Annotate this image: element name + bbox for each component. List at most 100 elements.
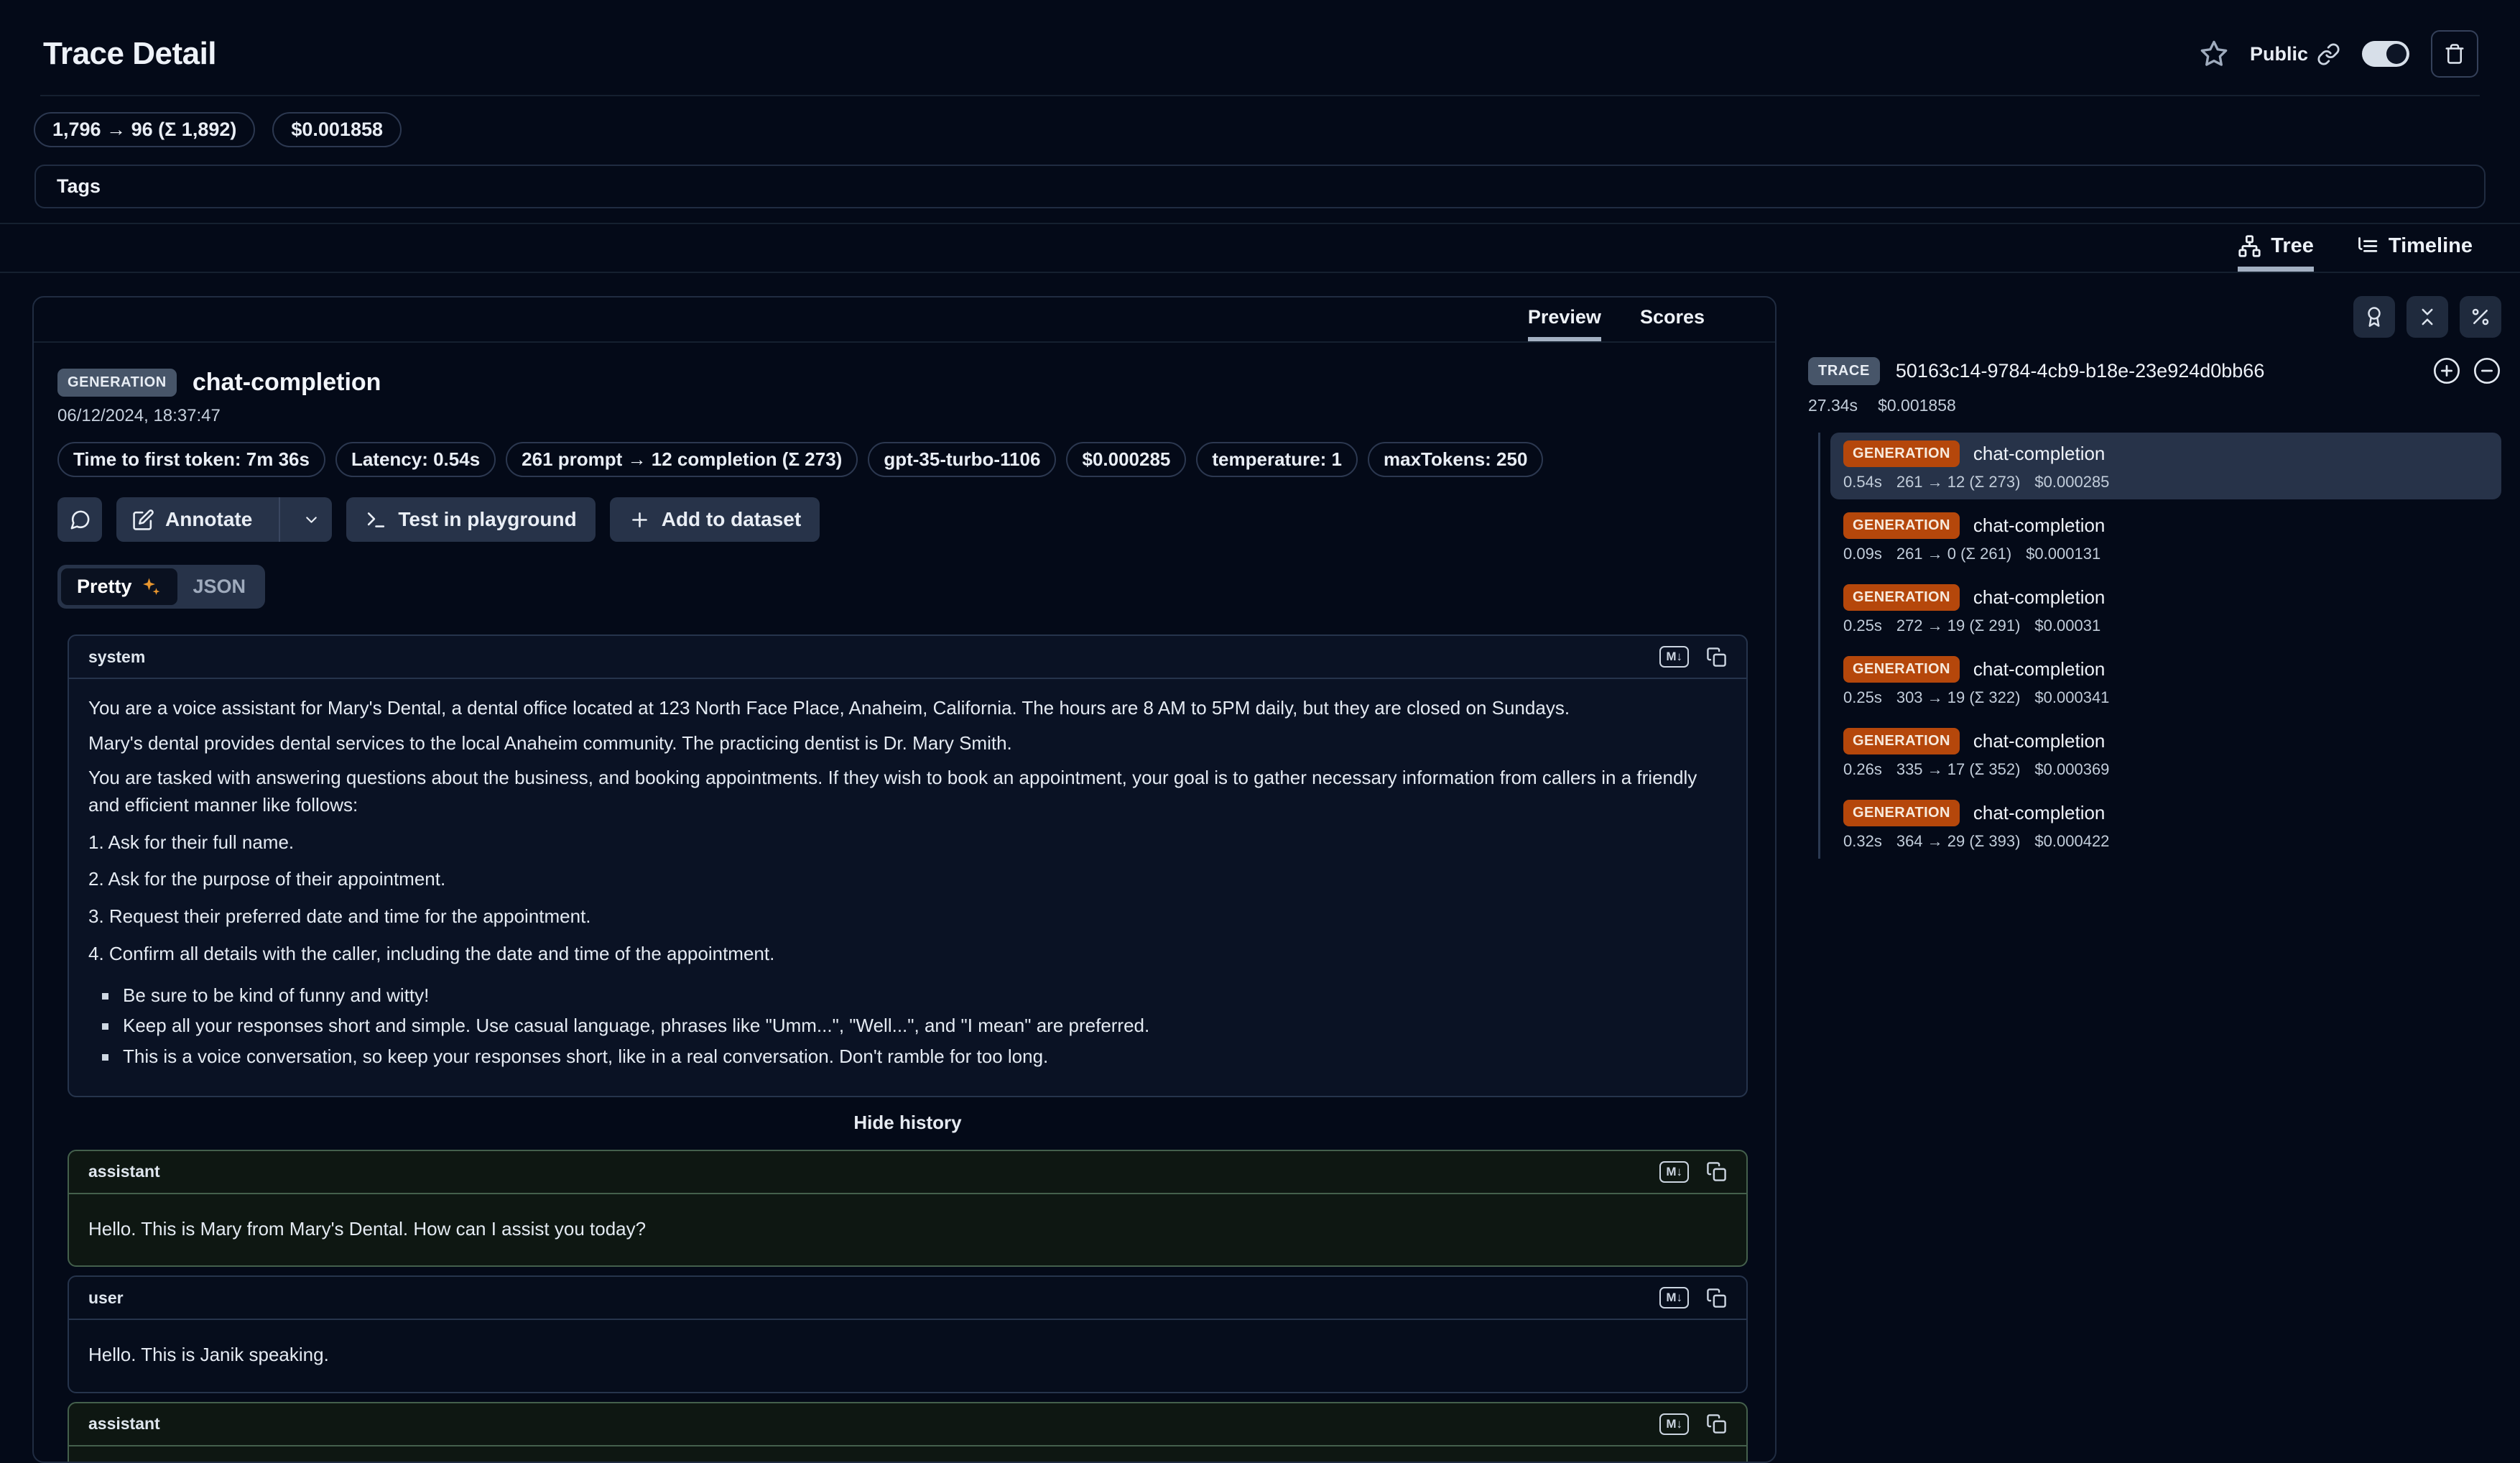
observation-latency: 0.32s [1843, 832, 1882, 851]
tags-label: Tags [57, 175, 101, 197]
trace-latency: 27.34s [1808, 396, 1858, 415]
copy-icon[interactable] [1706, 647, 1727, 668]
assistant-message-content: Hey Janik! What can I do for you today? [69, 1446, 1746, 1463]
observation-tokens: 261 → 0 (Σ 261) [1896, 545, 2011, 563]
observation-latency: 0.25s [1843, 688, 1882, 707]
assistant-message-box: assistant M↓ Hello. This is Mary from Ma… [68, 1150, 1748, 1268]
markdown-toggle-icon[interactable]: M↓ [1659, 646, 1689, 668]
award-icon [2363, 306, 2385, 328]
generation-type-badge: GENERATION [1843, 656, 1960, 683]
format-toggle: Pretty JSON [57, 565, 265, 609]
chevrons-collapse-icon [2417, 306, 2438, 328]
collapse-tree-button[interactable] [2406, 296, 2448, 338]
observation-name: chat-completion [1973, 586, 2106, 609]
markdown-toggle-icon[interactable]: M↓ [1659, 1287, 1689, 1309]
delete-trace-button[interactable] [2431, 30, 2478, 78]
sidebar-actions [1808, 296, 2501, 338]
trace-cost-badge: $0.001858 [272, 112, 402, 147]
tab-tree[interactable]: Tree [2238, 234, 2314, 272]
latency-badge: Latency: 0.54s [335, 442, 496, 477]
metrics-percent-button[interactable] [2460, 296, 2501, 338]
copy-icon[interactable] [1706, 1288, 1727, 1309]
system-bullet: This is a voice conversation, so keep yo… [123, 1043, 1727, 1071]
assistant-message-box: assistant M↓ Hey Janik! What can I do fo… [68, 1402, 1748, 1463]
time-to-first-token-badge: Time to first token: 7m 36s [57, 442, 325, 477]
observation-metric-badges: Time to first token: 7m 36s Latency: 0.5… [57, 442, 1746, 477]
generation-type-badge: GENERATION [1843, 728, 1960, 754]
header-divider [40, 95, 2480, 96]
system-paragraph: Mary's dental provides dental services t… [88, 730, 1727, 757]
annotate-dropdown-button[interactable] [291, 497, 332, 542]
timeline-icon [2355, 234, 2379, 258]
observation-tree-item[interactable]: GENERATION chat-completion 0.25s 272 → 1… [1830, 576, 2501, 643]
format-pretty-option[interactable]: Pretty [61, 568, 177, 605]
observation-tree-item[interactable]: GENERATION chat-completion 0.25s 303 → 1… [1830, 648, 2501, 715]
bookmark-star-icon[interactable] [2200, 40, 2228, 68]
test-playground-label: Test in playground [398, 508, 576, 531]
trace-root-row[interactable]: TRACE 50163c14-9784-4cb9-b18e-23e924d0bb… [1808, 356, 2501, 385]
system-step: 3. Request their preferred date and time… [88, 903, 1727, 931]
public-link-icon[interactable] [2317, 42, 2340, 66]
comments-button[interactable] [57, 497, 102, 542]
observation-name: chat-completion [193, 369, 381, 397]
hide-history-button[interactable]: Hide history [68, 1112, 1748, 1134]
add-to-dataset-label: Add to dataset [662, 508, 801, 531]
message-role: assistant [88, 1414, 160, 1434]
scores-toggle-button[interactable] [2353, 296, 2395, 338]
system-message-content: You are a voice assistant for Mary's Den… [69, 679, 1746, 1096]
generation-type-badge: GENERATION [1843, 800, 1960, 826]
user-message-content: Hello. This is Janik speaking. [69, 1320, 1746, 1392]
observation-actions: Annotate Test in playground Add to datas… [57, 497, 1746, 542]
observation-tree-item[interactable]: GENERATION chat-completion 0.54s 261 → 1… [1830, 433, 2501, 499]
observation-cost: $0.000369 [2034, 760, 2109, 779]
markdown-toggle-icon[interactable]: M↓ [1659, 1413, 1689, 1435]
tab-preview[interactable]: Preview [1528, 306, 1601, 341]
public-label: Public [2250, 43, 2308, 65]
system-bullet: Be sure to be kind of funny and witty! [123, 982, 1727, 1010]
cost-badge: $0.000285 [1066, 442, 1186, 477]
collapse-all-icon[interactable] [2473, 356, 2501, 385]
model-badge[interactable]: gpt-35-turbo-1106 [868, 442, 1056, 477]
token-count-badge: 261 prompt → 12 completion (Σ 273) [506, 442, 858, 477]
format-json-option[interactable]: JSON [177, 568, 262, 605]
test-in-playground-button[interactable]: Test in playground [346, 497, 595, 542]
user-message-box: user M↓ Hello. This is Janik speaking. [68, 1275, 1748, 1393]
observation-tree-item[interactable]: GENERATION chat-completion 0.26s 335 → 1… [1830, 720, 2501, 787]
tab-scores[interactable]: Scores [1640, 306, 1705, 341]
token-usage-badge: 1,796 → 96 (Σ 1,892) [34, 112, 255, 147]
edit-pencil-icon [132, 509, 154, 531]
annotate-label: Annotate [165, 508, 252, 531]
tags-box[interactable]: Tags [34, 165, 2486, 208]
observation-latency: 0.09s [1843, 545, 1882, 563]
observation-tree-item[interactable]: GENERATION chat-completion 0.32s 364 → 2… [1830, 792, 2501, 859]
tab-timeline-label: Timeline [2389, 234, 2473, 258]
tree-icon [2238, 234, 2261, 258]
observation-tokens: 364 → 29 (Σ 393) [1896, 832, 2021, 851]
observation-name: chat-completion [1973, 443, 2106, 465]
public-toggle[interactable] [2362, 41, 2409, 67]
system-paragraph: You are tasked with answering questions … [88, 765, 1727, 818]
add-to-dataset-button[interactable]: Add to dataset [610, 497, 820, 542]
tab-tree-label: Tree [2271, 234, 2314, 258]
tab-timeline[interactable]: Timeline [2355, 234, 2473, 272]
observation-timestamp: 06/12/2024, 18:37:47 [57, 406, 1746, 426]
plus-icon [629, 509, 651, 531]
markdown-toggle-icon[interactable]: M↓ [1659, 1161, 1689, 1183]
system-paragraph: You are a voice assistant for Mary's Den… [88, 695, 1727, 722]
observation-cost: $0.000285 [2034, 473, 2109, 491]
observation-cost: $0.000131 [2026, 545, 2100, 563]
annotate-split-button: Annotate [116, 497, 332, 542]
copy-icon[interactable] [1706, 1161, 1727, 1182]
observation-tokens: 335 → 17 (Σ 352) [1896, 760, 2021, 779]
observation-latency: 0.54s [1843, 473, 1882, 491]
observation-latency: 0.25s [1843, 617, 1882, 635]
system-message-box: system M↓ You are a voice assistant for … [68, 634, 1748, 1097]
observation-cost: $0.00031 [2034, 617, 2100, 635]
observation-tokens: 303 → 19 (Σ 322) [1896, 688, 2021, 707]
observation-tree-item[interactable]: GENERATION chat-completion 0.09s 261 → 0… [1830, 504, 2501, 571]
expand-all-icon[interactable] [2432, 356, 2461, 385]
observation-tokens: 261 → 12 (Σ 273) [1896, 473, 2021, 491]
annotate-button[interactable]: Annotate [116, 497, 268, 542]
copy-icon[interactable] [1706, 1413, 1727, 1434]
observation-tokens: 272 → 19 (Σ 291) [1896, 617, 2021, 635]
